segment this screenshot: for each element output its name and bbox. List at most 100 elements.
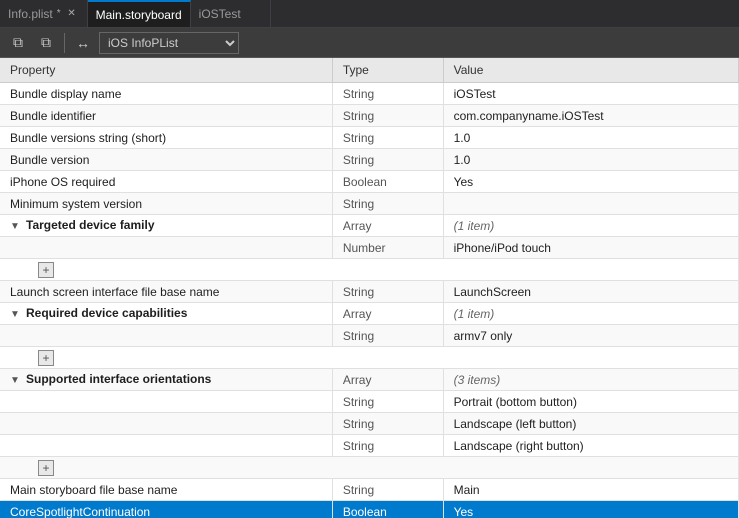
paste-button[interactable]: ⧉ bbox=[34, 31, 58, 55]
add-item-button[interactable]: + bbox=[38, 262, 54, 278]
property-cell: Bundle version bbox=[0, 149, 332, 171]
expand-icon[interactable]: ▼ bbox=[10, 375, 22, 387]
property-label: Bundle display name bbox=[10, 87, 121, 101]
expand-icon[interactable]: ▼ bbox=[10, 221, 22, 233]
tab-info-plist[interactable]: Info.plist * ✕ bbox=[0, 0, 88, 27]
value-cell[interactable]: (3 items) bbox=[443, 369, 738, 391]
table-row[interactable]: + bbox=[0, 347, 739, 369]
property-cell: ▼Targeted device family bbox=[0, 215, 332, 237]
table-row[interactable]: StringLandscape (right button) bbox=[0, 435, 739, 457]
value-cell[interactable]: LaunchScreen bbox=[443, 281, 738, 303]
value-cell[interactable] bbox=[443, 193, 738, 215]
value-cell[interactable]: Landscape (right button) bbox=[443, 435, 738, 457]
link-button[interactable]: ↔ bbox=[71, 31, 95, 55]
value-cell[interactable]: Main bbox=[443, 479, 738, 501]
value-cell[interactable]: (1 item) bbox=[443, 215, 738, 237]
table-row[interactable]: Bundle versionString1.0 bbox=[0, 149, 739, 171]
value-cell[interactable]: Landscape (left button) bbox=[443, 413, 738, 435]
property-label: Supported interface orientations bbox=[26, 372, 211, 386]
main-content: Property Type Value Bundle display name S… bbox=[0, 58, 739, 518]
property-cell: iPhone OS required bbox=[0, 171, 332, 193]
add-item-cell: + bbox=[0, 457, 739, 479]
property-label: Minimum system version bbox=[10, 197, 142, 211]
add-item-button[interactable]: + bbox=[38, 460, 54, 476]
type-cell: String bbox=[332, 391, 443, 413]
property-label: Bundle versions string (short) bbox=[10, 131, 166, 145]
property-label: iPhone OS required bbox=[10, 175, 115, 189]
tab-main-storyboard-label: Main.storyboard bbox=[96, 8, 182, 22]
table-row[interactable]: Bundle identifier Stringcom.companyname.i… bbox=[0, 105, 739, 127]
table-row[interactable]: Main storyboard file base name StringMain bbox=[0, 479, 739, 501]
property-table: Property Type Value Bundle display name S… bbox=[0, 58, 739, 518]
type-cell: Boolean bbox=[332, 171, 443, 193]
table-row[interactable]: Stringarmv7 only bbox=[0, 325, 739, 347]
type-cell: String bbox=[332, 479, 443, 501]
add-item-cell: + bbox=[0, 347, 739, 369]
type-cell: Array bbox=[332, 215, 443, 237]
property-cell bbox=[0, 413, 332, 435]
table-row[interactable]: + bbox=[0, 457, 739, 479]
table-row[interactable]: ▼ Required device capabilities Array(1 ite… bbox=[0, 303, 739, 325]
tab-modified-indicator: * bbox=[57, 8, 61, 19]
tab-main-storyboard[interactable]: Main.storyboard bbox=[88, 0, 191, 27]
value-cell[interactable]: 1.0 bbox=[443, 127, 738, 149]
property-cell bbox=[0, 435, 332, 457]
property-cell: Main storyboard file base name bbox=[0, 479, 332, 501]
property-cell: CoreSpotlightContinuation bbox=[0, 501, 332, 518]
table-row[interactable]: Bundle display name StringiOSTest bbox=[0, 83, 739, 105]
tab-info-plist-label: Info.plist bbox=[8, 7, 53, 21]
type-cell: String bbox=[332, 413, 443, 435]
table-row[interactable]: Launch screen interface file base nameSt… bbox=[0, 281, 739, 303]
header-type: Type bbox=[332, 58, 443, 83]
property-label: CoreSpotlightContinuation bbox=[10, 505, 150, 518]
header-property: Property bbox=[0, 58, 332, 83]
table-row[interactable]: Minimum system versionString bbox=[0, 193, 739, 215]
type-cell: String bbox=[332, 435, 443, 457]
value-cell[interactable]: Portrait (bottom button) bbox=[443, 391, 738, 413]
type-cell: String bbox=[332, 325, 443, 347]
tab-info-plist-close[interactable]: ✕ bbox=[65, 7, 79, 21]
table-row[interactable]: CoreSpotlightContinuation BooleanYes bbox=[0, 501, 739, 518]
type-cell: String bbox=[332, 105, 443, 127]
property-label: Required device capabilities bbox=[26, 306, 187, 320]
table-row[interactable]: ▼Supported interface orientationsArray(3… bbox=[0, 369, 739, 391]
property-cell: Bundle display name bbox=[0, 83, 332, 105]
value-cell[interactable]: 1.0 bbox=[443, 149, 738, 171]
type-cell: Number bbox=[332, 237, 443, 259]
value-cell[interactable]: armv7 only bbox=[443, 325, 738, 347]
table-row[interactable]: StringLandscape (left button) bbox=[0, 413, 739, 435]
tab-ios-test[interactable]: iOSTest bbox=[191, 0, 271, 27]
type-cell: String bbox=[332, 149, 443, 171]
value-cell[interactable]: Yes bbox=[443, 501, 738, 518]
type-cell: Array bbox=[332, 303, 443, 325]
header-value: Value bbox=[443, 58, 738, 83]
type-cell: Boolean bbox=[332, 501, 443, 518]
toolbar: ⧉ ⧉ ↔ iOS InfoPList bbox=[0, 28, 739, 58]
scheme-dropdown[interactable]: iOS InfoPList bbox=[99, 32, 239, 54]
table-row[interactable]: Bundle versions string (short)String1.0 bbox=[0, 127, 739, 149]
property-cell: Minimum system version bbox=[0, 193, 332, 215]
table-row[interactable]: iPhone OS required BooleanYes bbox=[0, 171, 739, 193]
property-label: Bundle identifier bbox=[10, 109, 96, 123]
value-cell[interactable]: com.companyname.iOSTest bbox=[443, 105, 738, 127]
copy-button[interactable]: ⧉ bbox=[6, 31, 30, 55]
property-cell bbox=[0, 391, 332, 413]
add-item-button[interactable]: + bbox=[38, 350, 54, 366]
value-cell[interactable]: (1 item) bbox=[443, 303, 738, 325]
table-row[interactable]: ▼Targeted device familyArray(1 item) bbox=[0, 215, 739, 237]
tab-ios-test-label: iOSTest bbox=[199, 7, 241, 21]
value-cell[interactable]: iPhone/iPod touch bbox=[443, 237, 738, 259]
value-cell[interactable]: Yes bbox=[443, 171, 738, 193]
expand-icon[interactable]: ▼ bbox=[10, 309, 22, 321]
property-cell bbox=[0, 325, 332, 347]
value-cell[interactable]: iOSTest bbox=[443, 83, 738, 105]
table-row[interactable]: NumberiPhone/iPod touch bbox=[0, 237, 739, 259]
table-row[interactable]: StringPortrait (bottom button) bbox=[0, 391, 739, 413]
property-cell: Bundle identifier bbox=[0, 105, 332, 127]
table-row[interactable]: + bbox=[0, 259, 739, 281]
property-cell: ▼ Required device capabilities bbox=[0, 303, 332, 325]
property-label: Main storyboard file base name bbox=[10, 483, 177, 497]
property-cell: ▼ Supported interface orientations bbox=[0, 369, 332, 391]
property-cell: Bundle versions string (short) bbox=[0, 127, 332, 149]
type-cell: String bbox=[332, 83, 443, 105]
